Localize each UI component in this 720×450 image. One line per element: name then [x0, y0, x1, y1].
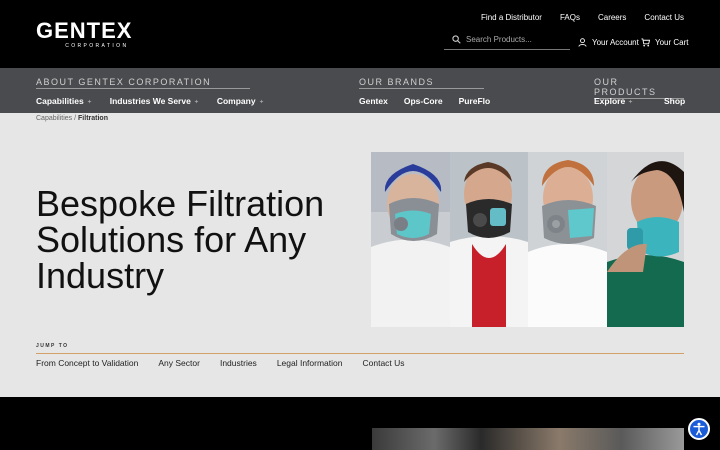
- plus-icon: [194, 99, 198, 103]
- nav-company-label: Company: [216, 96, 256, 106]
- breadcrumb-capabilities[interactable]: Capabilities: [36, 115, 72, 122]
- hero-panel-3: [528, 152, 607, 327]
- find-distributor-link[interactable]: Find a Distributor: [481, 13, 542, 22]
- plus-icon: [87, 99, 91, 103]
- logo-wordmark: GENTEX: [36, 18, 133, 43]
- utility-links: Find a Distributor FAQs Careers Contact …: [481, 13, 684, 22]
- nav-company[interactable]: Company: [217, 96, 264, 106]
- cart-link[interactable]: Your Cart: [641, 38, 689, 47]
- next-section-image: [372, 428, 684, 450]
- contact-us-link[interactable]: Contact Us: [644, 13, 684, 22]
- breadcrumb: Capabilities / Filtration: [36, 115, 108, 122]
- top-header: GENTEX CORPORATION Find a Distributor FA…: [0, 0, 720, 68]
- search-placeholder: Search Products...: [466, 35, 532, 44]
- nav-explore-label: Explore: [594, 96, 626, 106]
- main-nav: ABOUT GENTEX CORPORATION Capabilities In…: [0, 68, 720, 113]
- user-icon: [578, 38, 587, 47]
- jump-link-industries[interactable]: Industries: [220, 358, 257, 368]
- gentex-logo[interactable]: GENTEX CORPORATION: [36, 18, 133, 50]
- cart-label: Your Cart: [655, 38, 689, 47]
- hero-panel-1: [371, 152, 450, 327]
- faqs-link[interactable]: FAQs: [560, 13, 580, 22]
- hero-image-respirators: [371, 152, 684, 327]
- nav-brand-pureflo[interactable]: PureFlo: [459, 96, 491, 106]
- shop-nav: Shop: [664, 96, 685, 106]
- hero-panel-4: [607, 152, 684, 327]
- nav-capabilities-label: Capabilities: [36, 96, 84, 106]
- page-title: Bespoke Filtration Solutions for Any Ind…: [36, 183, 325, 296]
- jump-link-concept[interactable]: From Concept to Validation: [36, 358, 138, 368]
- jump-to-links: From Concept to Validation Any Sector In…: [36, 358, 405, 368]
- brands-section-title: OUR BRANDS: [359, 77, 484, 89]
- jump-to-label: JUMP TO: [36, 343, 69, 349]
- nav-shop[interactable]: Shop: [664, 96, 685, 106]
- nav-brand-ops-core[interactable]: Ops-Core: [404, 96, 443, 106]
- nav-industries[interactable]: Industries We Serve: [110, 96, 199, 106]
- breadcrumb-current: Filtration: [78, 115, 108, 122]
- accessibility-icon: [693, 422, 705, 436]
- jump-link-legal[interactable]: Legal Information: [277, 358, 343, 368]
- nav-brand-gentex[interactable]: Gentex: [359, 96, 388, 106]
- nav-capabilities[interactable]: Capabilities: [36, 96, 92, 106]
- jump-to-divider: [36, 353, 684, 354]
- account-link[interactable]: Your Account: [578, 38, 639, 47]
- careers-link[interactable]: Careers: [598, 13, 626, 22]
- logo-subtitle: CORPORATION: [65, 43, 129, 49]
- nav-industries-label: Industries We Serve: [109, 96, 191, 106]
- accessibility-button[interactable]: [688, 418, 710, 440]
- products-nav: Explore: [594, 96, 633, 106]
- search-input[interactable]: Search Products...: [444, 30, 570, 50]
- account-label: Your Account: [592, 38, 639, 47]
- about-nav: Capabilities Industries We Serve Company: [36, 96, 264, 106]
- plus-icon: [629, 99, 633, 103]
- about-section-title: ABOUT GENTEX CORPORATION: [36, 77, 250, 89]
- jump-link-any-sector[interactable]: Any Sector: [158, 358, 200, 368]
- plus-icon: [259, 99, 263, 103]
- jump-link-contact[interactable]: Contact Us: [363, 358, 405, 368]
- cart-icon: [641, 38, 650, 47]
- brands-nav: Gentex Ops-Core PureFlo: [359, 96, 490, 106]
- hero-panel-2: [450, 152, 528, 327]
- search-icon: [452, 35, 461, 44]
- nav-explore[interactable]: Explore: [594, 96, 633, 106]
